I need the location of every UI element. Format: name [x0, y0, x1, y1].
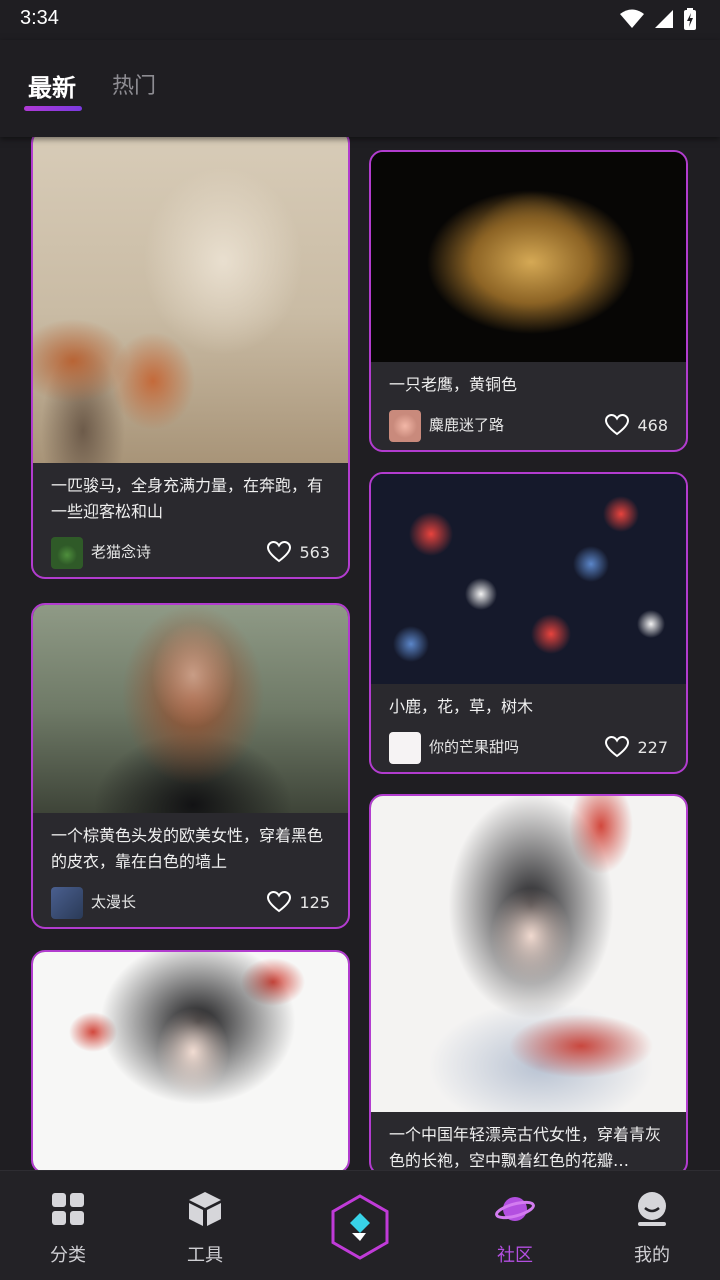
- author-name[interactable]: 老猫念诗: [91, 541, 151, 562]
- planet-icon: [495, 1197, 535, 1221]
- post-card[interactable]: 一个棕黄色头发的欧美女性，穿着黑色的皮衣，靠在白色的墙上 太漫长 125: [31, 603, 350, 929]
- author-name[interactable]: 太漫长: [91, 891, 136, 912]
- post-footer: 太漫长 125: [33, 883, 348, 927]
- post-card[interactable]: [31, 950, 350, 1170]
- create-button[interactable]: [326, 1193, 394, 1261]
- nav-label: 社区: [497, 1245, 533, 1266]
- like-button[interactable]: 468: [605, 414, 668, 436]
- author-avatar[interactable]: [389, 410, 421, 442]
- post-image[interactable]: [33, 605, 348, 813]
- author-avatar[interactable]: [51, 537, 83, 569]
- post-card[interactable]: 一匹骏马，全身充满力量，在奔跑，有一些迎客松和山 老猫念诗 563: [31, 137, 350, 579]
- community-feed[interactable]: 一匹骏马，全身充满力量，在奔跑，有一些迎客松和山 老猫念诗 563 一个棕黄色头…: [0, 137, 720, 1170]
- heart-icon: [605, 736, 630, 758]
- status-bar: 3:34: [0, 0, 720, 40]
- bottom-nav: 分类 工具 社区 我的: [0, 1170, 720, 1280]
- tab-latest[interactable]: 最新: [28, 68, 76, 103]
- heart-icon: [605, 414, 630, 436]
- post-image[interactable]: [371, 152, 686, 362]
- category-grid-icon: [52, 1193, 84, 1225]
- nav-item-community[interactable]: 社区: [465, 1189, 565, 1267]
- author-name[interactable]: 麋鹿迷了路: [429, 414, 504, 435]
- post-title: 一只老鹰，黄铜色: [389, 375, 518, 394]
- nav-item-profile[interactable]: 我的: [602, 1189, 702, 1267]
- like-count: 125: [299, 892, 330, 912]
- post-footer: 麋鹿迷了路 468: [371, 406, 686, 450]
- signal-icon: [655, 10, 673, 28]
- nav-label: 分类: [50, 1245, 86, 1266]
- status-time: 3:34: [20, 7, 59, 29]
- like-button[interactable]: 563: [267, 541, 330, 563]
- post-image[interactable]: [371, 796, 686, 1112]
- like-count: 468: [637, 415, 668, 435]
- like-count: 227: [637, 737, 668, 757]
- post-title: 一个棕黄色头发的欧美女性，穿着黑色的皮衣，靠在白色的墙上: [51, 826, 324, 871]
- post-footer: 你的芒果甜吗 227: [371, 728, 686, 772]
- post-title: 一个中国年轻漂亮古代女性，穿着青灰色的长袍，空中飘着红色的花瓣…: [389, 1125, 662, 1170]
- like-button[interactable]: 227: [605, 736, 668, 758]
- nav-item-tools[interactable]: 工具: [155, 1189, 255, 1267]
- cube-icon: [189, 1192, 221, 1226]
- tab-active-indicator: [24, 106, 82, 111]
- post-card[interactable]: 一只老鹰，黄铜色 麋鹿迷了路 468: [369, 150, 688, 452]
- battery-charging-icon: [684, 8, 696, 30]
- nav-label: 工具: [187, 1245, 223, 1266]
- author-name[interactable]: 你的芒果甜吗: [429, 736, 519, 757]
- post-footer: 老猫念诗 563: [33, 533, 348, 577]
- tab-hot[interactable]: 热门: [112, 68, 156, 100]
- post-title: 一匹骏马，全身充满力量，在奔跑，有一些迎客松和山: [51, 476, 324, 521]
- status-icons: [620, 8, 696, 30]
- create-hexagon-icon: [331, 1194, 389, 1260]
- post-image[interactable]: [33, 137, 348, 463]
- heart-icon: [267, 541, 292, 563]
- like-button[interactable]: 125: [267, 891, 330, 913]
- post-title: 小鹿，花，草，树木: [389, 697, 534, 716]
- post-image[interactable]: [33, 952, 348, 1170]
- post-image[interactable]: [371, 474, 686, 684]
- top-tabs: 最新 热门: [0, 40, 720, 137]
- heart-icon: [267, 891, 292, 913]
- like-count: 563: [299, 542, 330, 562]
- wifi-icon: [620, 9, 644, 28]
- nav-label: 我的: [634, 1245, 670, 1266]
- profile-icon: [638, 1192, 666, 1226]
- author-avatar[interactable]: [389, 732, 421, 764]
- post-card[interactable]: 一个中国年轻漂亮古代女性，穿着青灰色的长袍，空中飘着红色的花瓣…: [369, 794, 688, 1170]
- post-card[interactable]: 小鹿，花，草，树木 你的芒果甜吗 227: [369, 472, 688, 774]
- author-avatar[interactable]: [51, 887, 83, 919]
- nav-item-category[interactable]: 分类: [18, 1189, 118, 1267]
